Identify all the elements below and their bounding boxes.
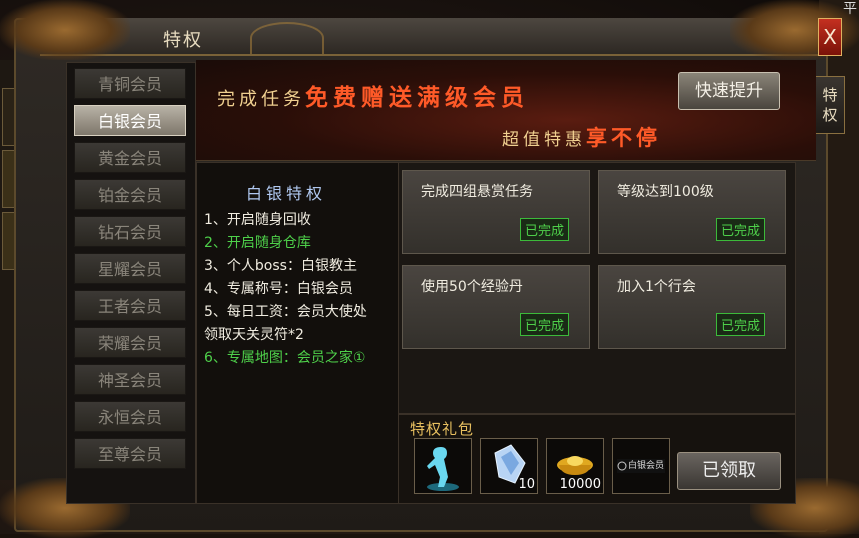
menu-item[interactable]: 王者会员 (74, 290, 186, 321)
task-card: 加入1个行会已完成 (598, 265, 786, 349)
task-status-badge: 已完成 (715, 218, 765, 241)
privilege-title: 白银特权 (246, 184, 327, 203)
banner-line-2: 超值特惠享不停 (502, 122, 661, 152)
task-card: 使用50个经验丹已完成 (402, 265, 590, 349)
claim-button[interactable]: 已领取 (677, 452, 781, 490)
menu-item[interactable]: 黄金会员 (74, 142, 186, 173)
privilege-line: 3、个人boss：白银教主 (204, 258, 357, 274)
gift-slot[interactable] (414, 438, 472, 494)
menu-item[interactable]: 至尊会员 (74, 438, 186, 469)
menu-item[interactable]: 星耀会员 (74, 253, 186, 284)
task-card: 完成四组悬赏任务已完成 (402, 170, 590, 254)
gift-slot[interactable]: 白银会员 (612, 438, 670, 494)
task-label: 完成四组悬赏任务 (421, 184, 533, 200)
banner-line-1: 完成任务免费赠送满级会员 (217, 78, 529, 112)
banner-line-2-highlight: 享不停 (586, 126, 661, 150)
menu-item[interactable]: 钻石会员 (74, 216, 186, 247)
spirit-figure-icon (415, 439, 471, 497)
task-label: 加入1个行会 (617, 279, 696, 295)
menu-item[interactable]: 神圣会员 (74, 364, 186, 395)
gift-count: 10000 (559, 477, 601, 492)
title-ornament-icon (250, 22, 324, 54)
menu-item[interactable]: 铂金会员 (74, 179, 186, 210)
task-label: 使用50个经验丹 (421, 279, 523, 295)
title-bar[interactable] (40, 18, 820, 56)
banner-line-1-highlight: 免费赠送满级会员 (305, 85, 529, 111)
privilege-line: 领取天关灵符*2 (204, 327, 304, 343)
close-button[interactable]: X (818, 18, 842, 56)
gift-count: 10 (518, 477, 535, 492)
task-card: 等级达到100级已完成 (598, 170, 786, 254)
menu-item[interactable]: 荣耀会员 (74, 327, 186, 358)
dragon-ornament-left (0, 0, 130, 60)
menu-item[interactable]: 青铜会员 (74, 68, 186, 99)
side-tab-label: 特权 (822, 86, 838, 124)
privilege-line: 4、专属称号：白银会员 (204, 281, 353, 297)
menu-item[interactable]: 白银会员 (74, 105, 186, 136)
banner-line-1-prefix: 完成任务 (217, 89, 305, 110)
privilege-line: 6、专属地图：会员之家① (204, 350, 366, 366)
window-title: 特权 (163, 30, 203, 51)
gift-slot[interactable]: 10 (480, 438, 538, 494)
menu-item[interactable]: 永恒会员 (74, 401, 186, 432)
task-status-badge: 已完成 (519, 313, 569, 336)
fast-upgrade-button[interactable]: 快速提升 (678, 72, 780, 110)
task-status-badge: 已完成 (715, 313, 765, 336)
privilege-line: 1、开启随身回收 (204, 212, 311, 228)
side-tab-privilege[interactable]: 特权 (815, 76, 845, 134)
gift-slot[interactable]: 10000 (546, 438, 604, 494)
task-label: 等级达到100级 (617, 184, 714, 200)
banner-line-2-prefix: 超值特惠 (502, 130, 586, 150)
task-status-badge: 已完成 (519, 218, 569, 241)
privilege-line: 2、开启随身仓库 (204, 235, 311, 251)
privilege-line: 5、每日工资：会员大使处 (204, 304, 367, 320)
gift-label: 特权礼包 (410, 420, 475, 438)
gift-title-text: 白银会员 (628, 461, 665, 471)
